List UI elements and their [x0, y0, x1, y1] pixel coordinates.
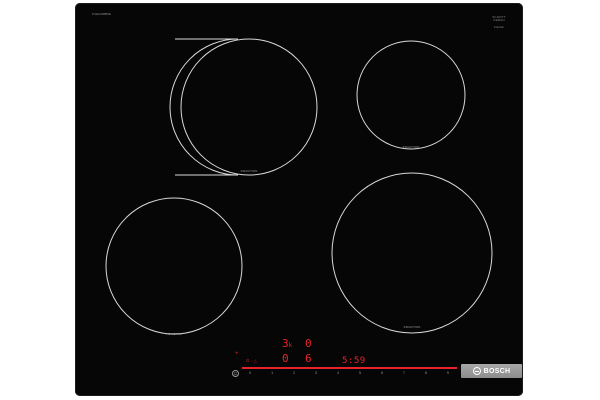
flex-zone-outline	[169, 38, 239, 176]
power-scale[interactable]: 0 1 2 3 4 5 6 7 8 9	[249, 371, 449, 375]
zone-label-front-right: INDUCTION	[403, 325, 421, 329]
scale-step[interactable]: 7	[403, 371, 405, 375]
display-rear-right: 0	[305, 337, 312, 350]
function-icons[interactable]: ⊡ :: △	[246, 359, 257, 363]
zone-front-left	[105, 197, 243, 335]
scale-step[interactable]: 4	[337, 371, 339, 375]
scale-step[interactable]: 6	[381, 371, 383, 375]
display-rear-left: 3k	[282, 337, 293, 350]
brand-name: BOSCH	[483, 367, 511, 375]
zone-front-right	[331, 172, 493, 334]
display-front-left: 0	[282, 352, 289, 365]
model-label: PUE631BB5E	[92, 12, 111, 16]
display-front-right: 6	[305, 352, 312, 365]
bosch-logo-icon	[472, 367, 481, 375]
cooking-zones	[105, 38, 493, 335]
brand-plate: BOSCH	[461, 364, 522, 378]
zone-label-rear-left: INDUCTION	[240, 169, 258, 173]
glass-brand-label: SCHOTT CERAN	[492, 15, 506, 22]
zone-rear-right	[356, 40, 466, 150]
zone-label-rear-right: INDUCTION	[402, 145, 420, 149]
glass-sub-label: Induction	[493, 26, 505, 29]
power-icon[interactable]: ⏻	[232, 370, 239, 377]
zone-rear-left	[180, 38, 318, 176]
timer-display: 5:59	[342, 356, 366, 366]
scale-step[interactable]: 1	[271, 371, 273, 375]
scale-step[interactable]: 5	[359, 371, 361, 375]
plus-symbol[interactable]: +	[235, 351, 239, 357]
scale-step[interactable]: 0	[249, 371, 251, 375]
scale-step[interactable]: 8	[425, 371, 427, 375]
zone-label-front-left: INDUCTION	[165, 332, 183, 336]
scale-step[interactable]: 3	[315, 371, 317, 375]
scale-step[interactable]: 9	[447, 371, 449, 375]
induction-cooktop: PUE631BB5E SCHOTT CERAN Induction INDUCT…	[75, 3, 523, 396]
power-slider-bar[interactable]	[242, 367, 457, 369]
scale-step[interactable]: 2	[293, 371, 295, 375]
product-photo: PUE631BB5E SCHOTT CERAN Induction INDUCT…	[0, 0, 600, 400]
